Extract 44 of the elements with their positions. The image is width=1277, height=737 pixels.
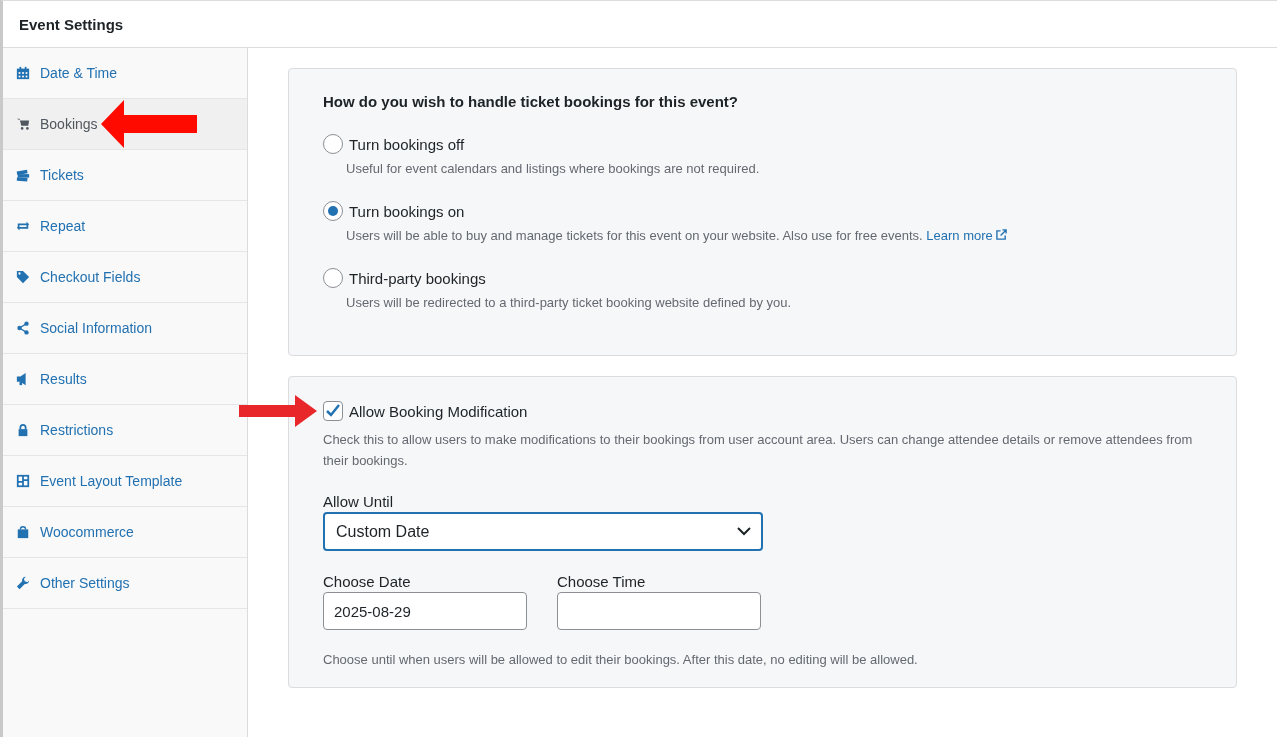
sidebar-item[interactable]: Event Layout Template xyxy=(3,456,247,507)
option-description: Users will be redirected to a third-party ticket booking website defined by you. xyxy=(346,294,793,312)
option-label: Turn bookings off xyxy=(349,135,465,153)
option-description: Users will be able to buy and manage tickets for this event on your website. Also use for free events. Learn more xyxy=(346,223,1026,248)
time-field[interactable] xyxy=(557,592,761,630)
modification-description: Check this to allow users to make modifications to their bookings from user account area. Users can change attendee details or remove attendees from their bookings. xyxy=(323,431,1194,470)
option-label: Third-party bookings xyxy=(349,269,486,287)
calendar-icon xyxy=(16,66,30,80)
field-label: Allow Until xyxy=(323,493,395,510)
lock-icon xyxy=(16,423,30,437)
sidebar-item[interactable]: Repeat xyxy=(3,201,247,252)
field-label: Choose Date xyxy=(323,573,412,590)
learn-more-link[interactable]: Learn more xyxy=(926,228,1008,243)
chevron-down-icon xyxy=(737,527,751,536)
radio-button[interactable] xyxy=(323,201,343,221)
sidebar-item[interactable]: Bookings xyxy=(3,99,247,150)
radio-button[interactable] xyxy=(323,268,343,288)
allow-until-dropdown[interactable]: Custom Date xyxy=(323,512,763,551)
option-description: Useful for event calendars and listings where bookings are not required. xyxy=(346,160,761,178)
sidebar-item[interactable]: Checkout Fields xyxy=(3,252,247,303)
external-link-icon xyxy=(996,229,1008,240)
radio-button[interactable] xyxy=(323,134,343,154)
layout-icon xyxy=(16,474,30,488)
option-label: Turn bookings on xyxy=(349,202,465,220)
help-text: Choose until when users will be allowed to edit their bookings. After this date, no editing will be allowed. xyxy=(323,652,919,667)
cart-icon xyxy=(16,117,30,131)
sidebar-item[interactable]: Tickets xyxy=(3,150,247,201)
tag-icon xyxy=(16,270,30,284)
share-icon xyxy=(16,321,30,335)
field-label: Choose Time xyxy=(557,573,647,590)
store-icon xyxy=(16,525,30,539)
checkbox-label: Allow Booking Modification xyxy=(349,402,528,420)
wrench-icon xyxy=(16,576,30,590)
window-title: Event Settings xyxy=(19,15,124,33)
checkbox[interactable] xyxy=(323,401,343,421)
sidebar-item[interactable]: Other Settings xyxy=(3,558,247,609)
sidebar-item[interactable]: Social Information xyxy=(3,303,247,354)
annotation-arrow-icon xyxy=(101,100,197,148)
annotation-arrow-icon xyxy=(239,395,317,427)
tickets-icon xyxy=(16,168,30,182)
question-text: How do you wish to handle ticket bookings for this event? xyxy=(323,93,740,110)
sidebar-item[interactable]: Woocommerce xyxy=(3,507,247,558)
date-field[interactable]: 2025-08-29 xyxy=(323,592,527,630)
sidebar-item[interactable]: Results xyxy=(3,354,247,405)
